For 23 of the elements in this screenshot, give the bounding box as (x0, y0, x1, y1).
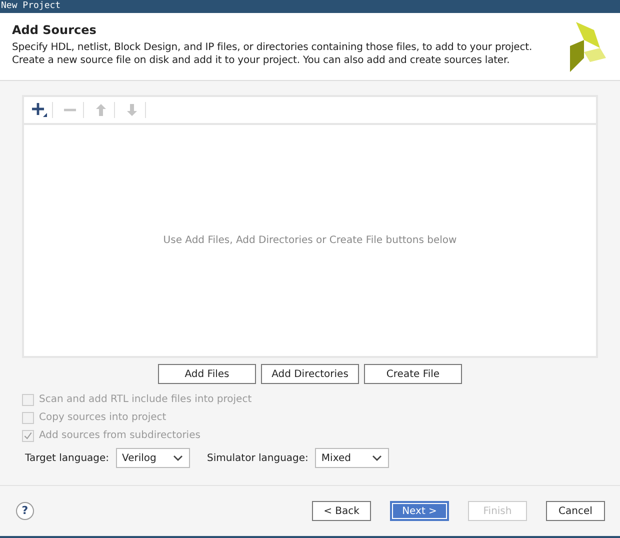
description-text: Create a new source file on disk and add it to your project. You can also add and create sources later. (12, 54, 511, 67)
option-label: Scan and add RTL include files into project (39, 394, 252, 405)
page-title: Add Sources (12, 23, 98, 37)
option-label: Copy sources into project (39, 412, 166, 423)
option-label: Add sources from subdirectories (39, 430, 200, 441)
field-label: Target language: (25, 452, 110, 464)
list-action-button[interactable]: Create File (364, 364, 462, 384)
list-action-button[interactable]: Add Files (158, 364, 256, 384)
caret-icon (173, 455, 184, 461)
language-dropdown[interactable]: Mixed (315, 448, 390, 468)
description-text: Specify HDL, netlist, Block Design, and IP files, or directories containing those files, to add to your project. (12, 41, 532, 54)
caret-icon (372, 455, 382, 461)
language-dropdown[interactable]: Verilog (116, 448, 190, 468)
window-title: New Project (0, 0, 620, 13)
list-action-button[interactable]: Add Directories (261, 364, 359, 384)
logo-icon (570, 22, 606, 72)
field-label: Simulator language: (207, 452, 308, 464)
dialog-button[interactable]: < Back (312, 501, 371, 521)
help-button[interactable]: ? (16, 502, 34, 520)
dialog-button[interactable]: Cancel (546, 501, 605, 521)
dialog-button[interactable]: Next > (390, 501, 449, 521)
plus-icon[interactable] (30, 101, 48, 119)
empty-list-message: Use Add Files, Add Directories or Create File buttons below (163, 235, 457, 246)
